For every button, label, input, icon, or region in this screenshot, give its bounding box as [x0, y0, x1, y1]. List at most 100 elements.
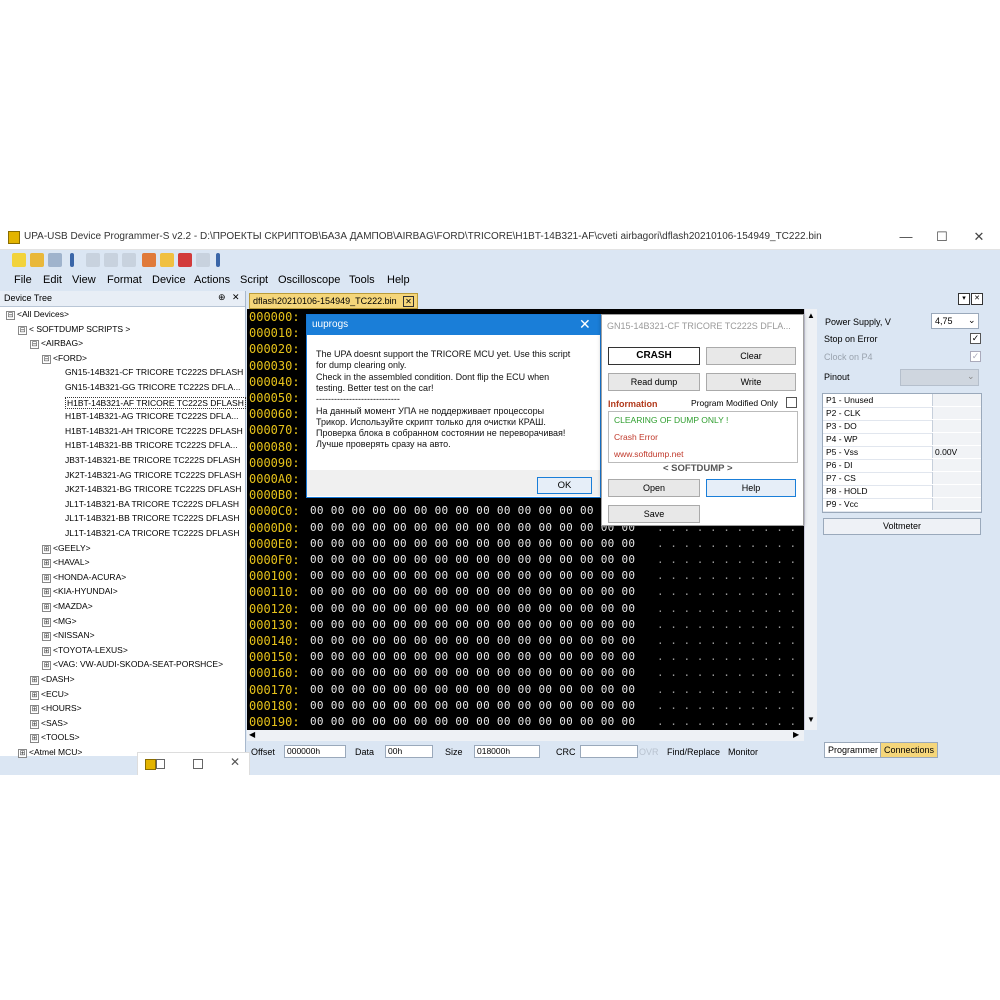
size-field[interactable]: 018000h	[474, 745, 540, 758]
minimize-button[interactable]: —	[888, 225, 924, 249]
new-file-icon[interactable]	[12, 253, 26, 267]
scroll-down-icon[interactable]: ▼	[807, 715, 815, 724]
tree-expander-icon[interactable]: ⊞	[42, 588, 51, 598]
tree-item[interactable]: <Atmel MCU>	[29, 747, 82, 757]
toolbar-overflow-icon[interactable]	[70, 253, 74, 267]
hex-bytes[interactable]: 00 00 00 00 00 00 00 00 00 00 00 00 00 0…	[310, 552, 635, 568]
save-icon[interactable]	[48, 253, 62, 267]
hex-bytes[interactable]: 00 00 00 00 00 00 00 00 00 00 00 00 00 0…	[310, 682, 635, 698]
hex-bytes[interactable]: 00 00 00 00 00 00 00 00 00 00 00 00 00 0…	[310, 584, 635, 600]
hex-row[interactable]: 000190: 00 00 00 00 00 00 00 00 00 00 00 …	[247, 714, 804, 730]
offset-field[interactable]: 000000h	[284, 745, 346, 758]
tree-expander-icon[interactable]: ⊟	[6, 311, 15, 320]
stop-on-error-checkbox[interactable]: ✓	[970, 333, 981, 344]
paste-icon[interactable]	[122, 253, 136, 267]
tree-item[interactable]: <MG>	[53, 616, 77, 626]
hex-row[interactable]: 0000E0: 00 00 00 00 00 00 00 00 00 00 00 …	[247, 536, 804, 552]
save-button[interactable]: Save	[608, 505, 700, 523]
tree-item[interactable]: JL1T-14B321-CA TRICORE TC222S DFLASH	[65, 528, 239, 538]
hex-bytes[interactable]: 00 00 00 00 00 00 00 00 00 00 00 00 00 0…	[310, 503, 635, 519]
tab-close-icon[interactable]: ✕	[403, 296, 414, 307]
help-button[interactable]: Help	[706, 479, 796, 497]
dialog-close-icon[interactable]: ✕	[579, 316, 591, 333]
hex-bytes[interactable]: 00 00 00 00 00 00 00 00 00 00 00 00 00 0…	[310, 633, 635, 649]
vertical-scrollbar[interactable]: ▲ ▼	[804, 309, 817, 730]
hex-bytes[interactable]: 00 00 00 00 00 00 00 00 00 00 00 00 00 0…	[310, 601, 635, 617]
tree-item[interactable]: JK2T-14B321-BG TRICORE TC222S DFLASH	[65, 484, 241, 494]
tree-item[interactable]: H1BT-14B321-AH TRICORE TC222S DFLASH	[65, 426, 243, 436]
tree-item[interactable]: JB3T-14B321-BE TRICORE TC222S DFLASH	[65, 455, 240, 465]
hex-row[interactable]: 000110: 00 00 00 00 00 00 00 00 00 00 00 …	[247, 584, 804, 600]
tree-item[interactable]: JL1T-14B321-BA TRICORE TC222S DFLASH	[65, 499, 239, 509]
menu-oscilloscope[interactable]: Oscilloscope	[278, 274, 340, 286]
hex-bytes[interactable]: 00 00 00 00 00 00 00 00 00 00 00 00 00 0…	[310, 665, 635, 681]
crc-field[interactable]	[580, 745, 638, 758]
hex-row[interactable]: 0000F0: 00 00 00 00 00 00 00 00 00 00 00 …	[247, 552, 804, 568]
hex-bytes[interactable]: 00 00 00 00 00 00 00 00 00 00 00 00 00 0…	[310, 649, 635, 665]
data-field[interactable]: 00h	[385, 745, 433, 758]
maximize-button[interactable]: ☐	[924, 225, 960, 249]
hex-row[interactable]: 000120: 00 00 00 00 00 00 00 00 00 00 00 …	[247, 601, 804, 617]
tree-item[interactable]: H1BT-14B321-AF TRICORE TC222S DFLASH	[65, 396, 246, 409]
tree-item[interactable]: H1BT-14B321-BB TRICORE TC222S DFLA...	[65, 440, 238, 450]
tree-expander-icon[interactable]: ⊟	[18, 325, 27, 335]
tab-programmer[interactable]: Programmer	[824, 742, 883, 758]
panel-menu-icon[interactable]: ▾	[958, 293, 970, 305]
menu-view[interactable]: View	[72, 274, 96, 286]
tree-expander-icon[interactable]: ⊟	[30, 340, 39, 350]
find-replace-link[interactable]: Find/Replace	[667, 747, 720, 757]
hex-bytes[interactable]: 00 00 00 00 00 00 00 00 00 00 00 00 00 0…	[310, 617, 635, 633]
hex-row[interactable]: 000160: 00 00 00 00 00 00 00 00 00 00 00 …	[247, 665, 804, 681]
tree-expander-icon[interactable]: ⊞	[42, 603, 51, 612]
tree-expander-icon[interactable]: ⊞	[42, 573, 51, 583]
tree-expander-icon[interactable]: ⊞	[18, 749, 27, 758]
tree-item[interactable]: <HONDA-ACURA>	[53, 572, 126, 582]
hex-row[interactable]: 000130: 00 00 00 00 00 00 00 00 00 00 00 …	[247, 617, 804, 633]
open-folder-icon[interactable]	[30, 253, 44, 267]
hex-row[interactable]: 000150: 00 00 00 00 00 00 00 00 00 00 00 …	[247, 649, 804, 665]
close-button[interactable]: ✕	[961, 225, 997, 249]
tree-item[interactable]: <HAVAL>	[53, 557, 90, 567]
tree-item[interactable]: <VAG: VW-AUDI-SKODA-SEAT-PORSHCE>	[53, 659, 223, 669]
tree-item[interactable]: <SAS>	[41, 718, 68, 728]
voltmeter-button[interactable]: Voltmeter	[823, 518, 981, 535]
monitor-link[interactable]: Monitor	[728, 747, 758, 757]
close-icon[interactable]: ✕	[232, 292, 240, 303]
tree-item[interactable]: <GEELY>	[53, 543, 91, 553]
tree-expander-icon[interactable]: ⊞	[30, 690, 39, 700]
tree-expander-icon[interactable]: ⊟	[42, 354, 51, 364]
minimized-window-chip[interactable]: ✕	[137, 752, 250, 775]
menu-edit[interactable]: Edit	[43, 274, 62, 286]
tree-expander-icon[interactable]: ⊞	[42, 544, 51, 554]
pinout-select[interactable]: ⌄	[900, 369, 979, 386]
horizontal-scrollbar[interactable]: ◀ ▶	[247, 730, 804, 741]
tree-item[interactable]: GN15-14B321-CF TRICORE TC222S DFLASH	[65, 367, 243, 377]
hex-bytes[interactable]: 00 00 00 00 00 00 00 00 00 00 00 00 00 0…	[310, 536, 635, 552]
menu-actions[interactable]: Actions	[194, 274, 230, 286]
tree-expander-icon[interactable]: ⊞	[30, 705, 39, 715]
crash-button[interactable]: CRASH	[608, 347, 700, 365]
maximize-icon[interactable]	[193, 759, 203, 769]
tree-expander-icon[interactable]: ⊞	[42, 646, 51, 656]
pin-icon[interactable]: ⊕	[218, 292, 226, 303]
tab-connections[interactable]: Connections	[880, 742, 939, 758]
tree-expander-icon[interactable]: ⊞	[42, 661, 51, 671]
edit-icon[interactable]	[142, 253, 156, 267]
ok-button[interactable]: OK	[537, 477, 592, 494]
tree-item[interactable]: JK2T-14B321-AG TRICORE TC222S DFLASH	[65, 470, 241, 480]
hex-row[interactable]: 000170: 00 00 00 00 00 00 00 00 00 00 00 …	[247, 682, 804, 698]
scroll-left-icon[interactable]: ◀	[249, 730, 255, 739]
restore-icon[interactable]	[156, 759, 165, 769]
write-button[interactable]: Write	[706, 373, 796, 391]
hex-bytes[interactable]: 00 00 00 00 00 00 00 00 00 00 00 00 00 0…	[310, 520, 635, 536]
hex-bytes[interactable]: 00 00 00 00 00 00 00 00 00 00 00 00 00 0…	[310, 714, 635, 730]
hex-bytes[interactable]: 00 00 00 00 00 00 00 00 00 00 00 00 00 0…	[310, 568, 635, 584]
menu-file[interactable]: File	[14, 274, 32, 286]
tree-expander-icon[interactable]: ⊞	[30, 734, 39, 744]
tree-item[interactable]: <DASH>	[41, 674, 75, 684]
hex-row[interactable]: 000100: 00 00 00 00 00 00 00 00 00 00 00 …	[247, 568, 804, 584]
bug-icon[interactable]	[178, 253, 192, 267]
hex-row[interactable]: 000180: 00 00 00 00 00 00 00 00 00 00 00 …	[247, 698, 804, 714]
menu-help[interactable]: Help	[387, 274, 410, 286]
scroll-right-icon[interactable]: ▶	[793, 730, 799, 739]
